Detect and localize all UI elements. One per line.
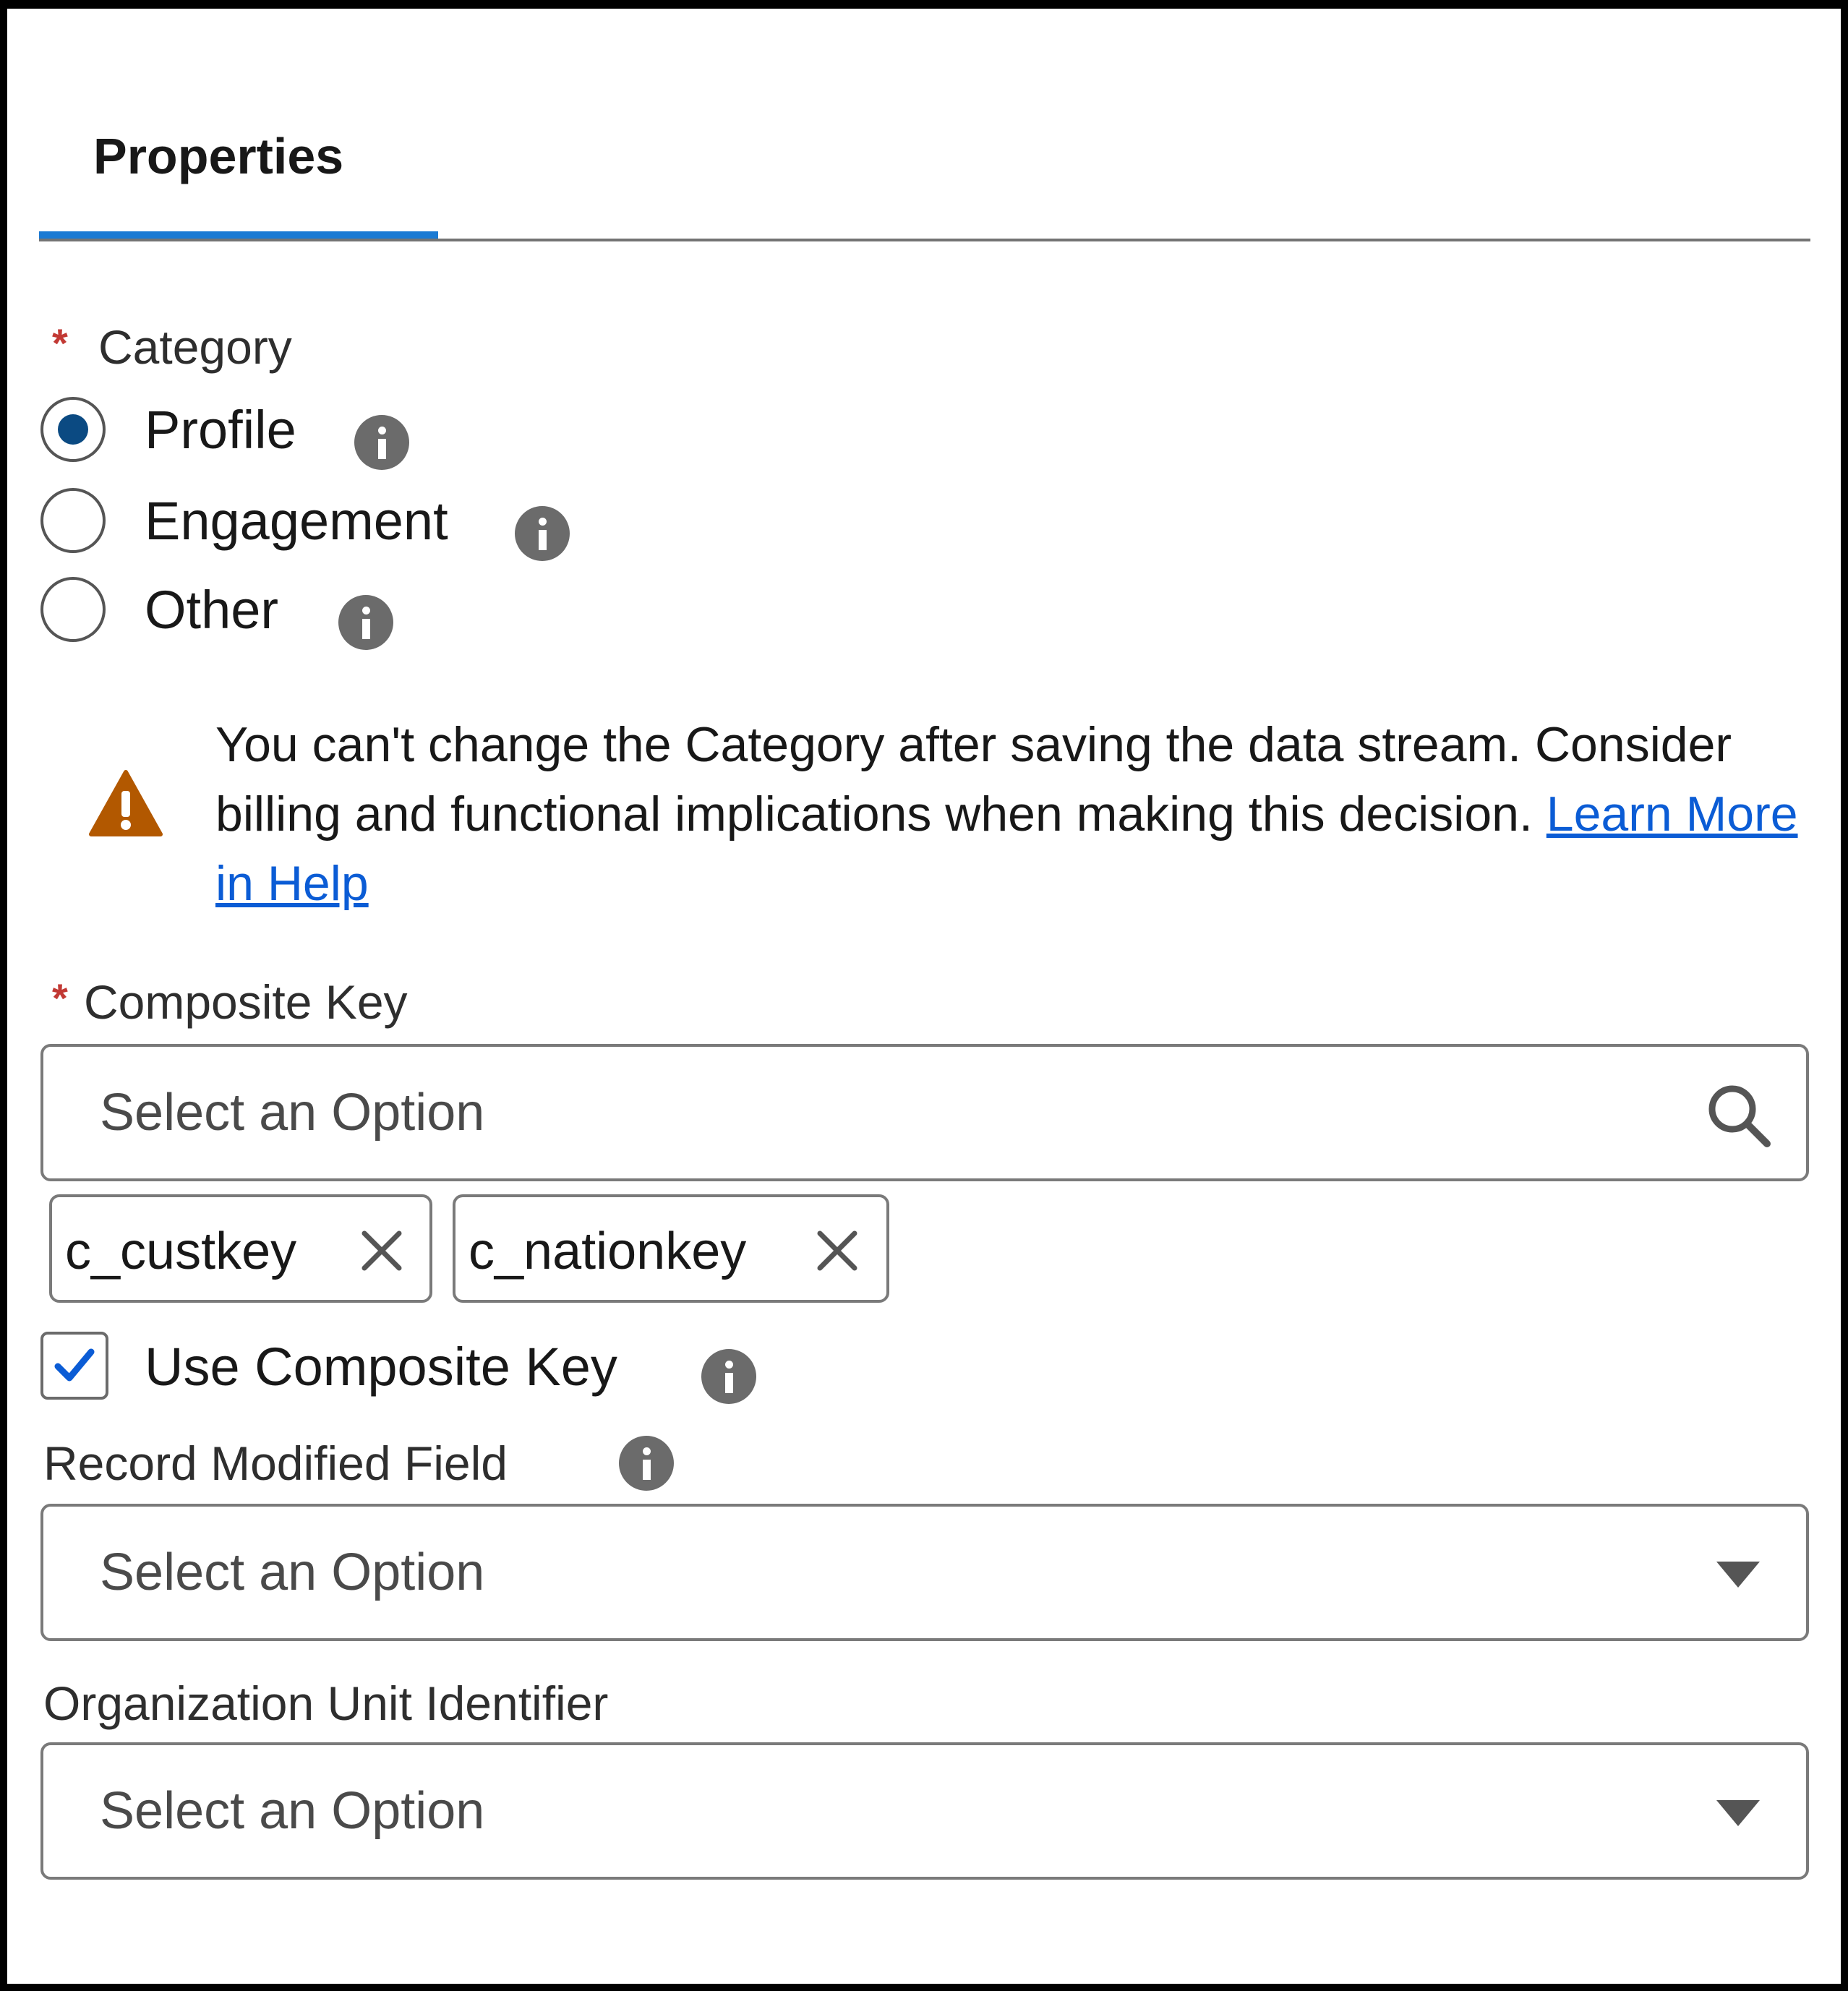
profile-info-icon[interactable] [354, 415, 409, 470]
organization-unit-identifier-placeholder: Select an Option [100, 1782, 485, 1840]
tab-divider [39, 239, 1810, 241]
record-modified-field-select[interactable]: Select an Option [40, 1504, 1809, 1641]
composite-key-placeholder: Select an Option [100, 1084, 485, 1142]
engagement-info-icon[interactable] [515, 506, 570, 561]
record-modified-field-placeholder: Select an Option [100, 1543, 485, 1601]
organization-unit-identifier-label: Organization Unit Identifier [43, 1677, 609, 1730]
tab-bar: Properties [39, 9, 1810, 247]
use-composite-key-checkbox[interactable] [40, 1332, 108, 1400]
warning-text: You can't change the Category after savi… [215, 717, 1732, 842]
properties-panel: Properties * Category Profile Engagement… [0, 0, 1848, 1991]
chevron-down-icon [1716, 1562, 1760, 1588]
remove-pill-icon[interactable] [814, 1228, 860, 1274]
chevron-down-icon [1716, 1800, 1760, 1826]
warning-message: You can't change the Category after savi… [215, 710, 1828, 918]
pill-label: c_custkey [65, 1223, 297, 1280]
selected-pill: c_custkey [49, 1194, 432, 1303]
use-composite-key-info-icon[interactable] [701, 1349, 756, 1404]
record-modified-field-info-icon[interactable] [619, 1436, 674, 1491]
pill-label: c_nationkey [469, 1223, 747, 1280]
composite-key-search-input[interactable]: Select an Option [40, 1044, 1809, 1181]
composite-key-label: Composite Key [84, 975, 408, 1029]
selected-pill: c_nationkey [453, 1194, 889, 1303]
category-label: Category [98, 320, 292, 374]
composite-key-required-marker: * [52, 975, 68, 1021]
other-radio[interactable] [40, 577, 106, 642]
use-composite-key-label[interactable]: Use Composite Key [145, 1336, 617, 1397]
engagement-radio-label[interactable]: Engagement [145, 490, 448, 552]
category-required-marker: * [52, 320, 68, 366]
organization-unit-identifier-select[interactable]: Select an Option [40, 1742, 1809, 1880]
tab-properties[interactable]: Properties [39, 117, 438, 244]
remove-pill-icon[interactable] [359, 1228, 405, 1274]
tab-properties-label: Properties [93, 128, 344, 184]
warning-icon [89, 770, 163, 836]
search-icon [1708, 1085, 1771, 1147]
profile-radio[interactable] [40, 397, 106, 462]
record-modified-field-label: Record Modified Field [43, 1436, 508, 1490]
other-radio-label[interactable]: Other [145, 579, 278, 641]
engagement-radio[interactable] [40, 488, 106, 553]
other-info-icon[interactable] [338, 595, 393, 650]
profile-radio-label[interactable]: Profile [145, 399, 296, 461]
checkmark-icon [54, 1348, 95, 1382]
